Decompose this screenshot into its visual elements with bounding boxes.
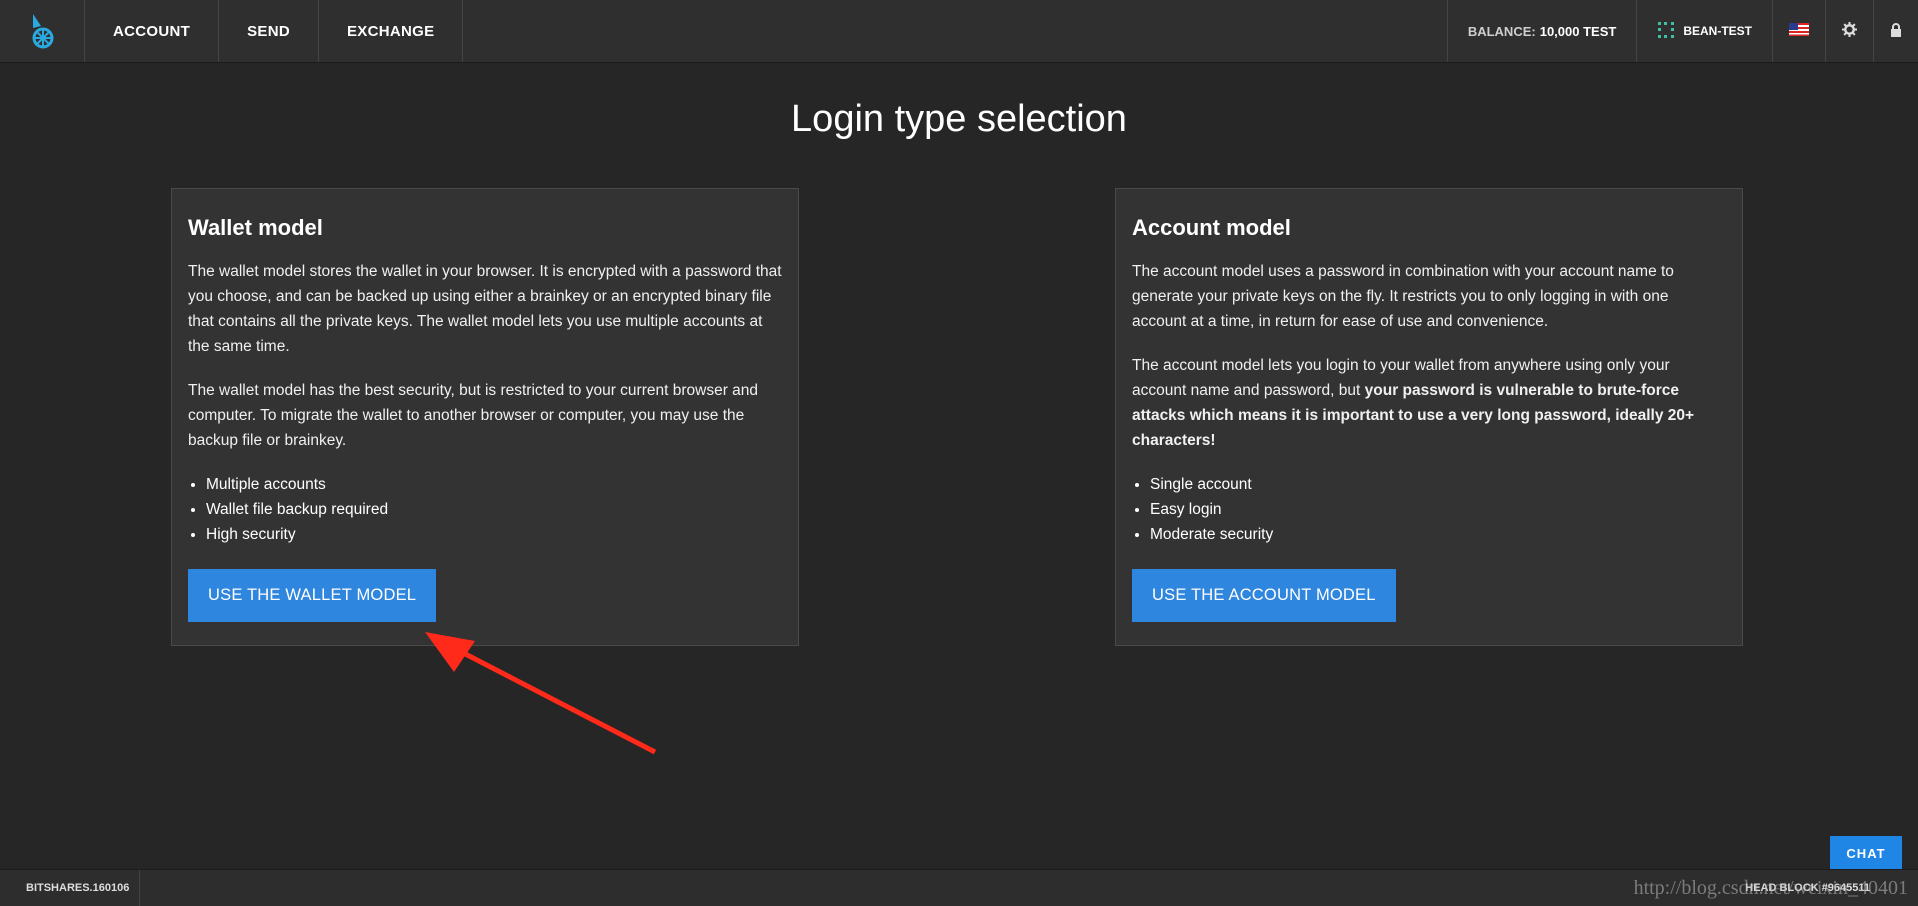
nav-send[interactable]: SEND <box>219 0 319 62</box>
use-wallet-model-button[interactable]: USE THE WALLET MODEL <box>188 569 437 622</box>
version-label: BITSHARES.160106 <box>0 870 141 906</box>
status-footer: BITSHARES.160106 HEAD BLOCK #9645511 htt… <box>0 869 1918 906</box>
chat-button[interactable]: CHAT <box>1830 836 1902 870</box>
account-model-description: The account model uses a password in com… <box>1132 263 1674 330</box>
nav-account[interactable]: ACCOUNT <box>85 0 220 62</box>
wallet-model-security-note: The wallet model has the best security, … <box>188 382 759 449</box>
feature-item: Single account <box>1150 472 1726 497</box>
bitshares-logo-icon[interactable] <box>0 0 85 62</box>
top-navbar: ACCOUNT SEND EXCHANGE BALANCE: 10,000 TE… <box>0 0 1918 63</box>
language-selector[interactable] <box>1772 0 1825 62</box>
wallet-model-heading: Wallet model <box>188 215 323 240</box>
identicon-icon <box>1657 21 1675 42</box>
feature-item: Wallet file backup required <box>206 497 782 522</box>
lock-button[interactable] <box>1873 0 1918 62</box>
balance-display[interactable]: BALANCE: 10,000 TEST <box>1446 0 1637 62</box>
nav-exchange[interactable]: EXCHANGE <box>319 0 464 62</box>
watermark-text: http://blog.csdn.net/weixin_40401 <box>1633 877 1908 899</box>
use-account-model-button[interactable]: USE THE ACCOUNT MODEL <box>1132 569 1396 622</box>
wallet-model-features: Multiple accounts Wallet file backup req… <box>188 472 782 547</box>
feature-item: High security <box>206 522 782 547</box>
account-name: BEAN-TEST <box>1683 24 1752 38</box>
account-model-features: Single account Easy login Moderate secur… <box>1132 472 1726 547</box>
gear-icon <box>1842 22 1857 40</box>
header-spacer <box>463 0 1446 62</box>
account-model-heading: Account model <box>1132 215 1291 240</box>
account-model-card: Account model The account model uses a p… <box>1115 188 1743 646</box>
feature-item: Easy login <box>1150 497 1726 522</box>
arrow-shaft <box>446 642 657 755</box>
account-model-security-note: The account model lets you login to your… <box>1132 353 1726 453</box>
feature-item: Multiple accounts <box>206 472 782 497</box>
balance-label: BALANCE: <box>1467 23 1536 39</box>
feature-item: Moderate security <box>1150 522 1726 547</box>
lock-icon <box>1890 22 1902 40</box>
account-selector[interactable]: BEAN-TEST <box>1636 0 1772 62</box>
page-title: Login type selection <box>791 98 1127 140</box>
us-flag-icon <box>1789 23 1809 39</box>
balance-value: 10,000 TEST <box>1539 23 1617 39</box>
wallet-model-card: Wallet model The wallet model stores the… <box>171 188 799 646</box>
settings-button[interactable] <box>1825 0 1873 62</box>
wallet-model-description: The wallet model stores the wallet in yo… <box>188 263 782 355</box>
